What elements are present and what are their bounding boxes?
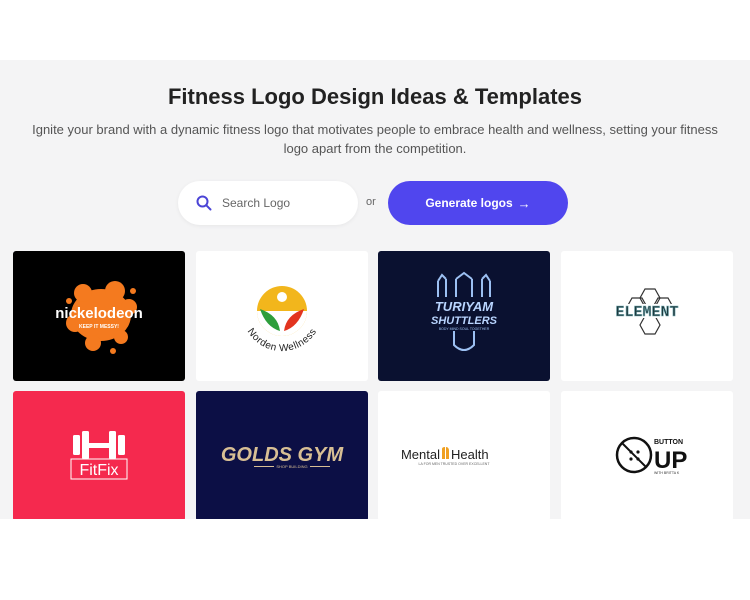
logo-card-element[interactable]: ELEMENT <box>561 251 733 381</box>
logo-tagline: BODY MIND SOUL TOGETHER <box>439 327 490 331</box>
logo-text-secondary: Health <box>451 447 489 462</box>
logo-card-turiyam-shuttlers[interactable]: TURIYAM SHUTTLERS BODY MIND SOUL TOGETHE… <box>378 251 550 381</box>
logo-ideas-section: Fitness Logo Design Ideas & Templates Ig… <box>0 60 750 519</box>
logo-card-mental-health[interactable]: Mental Health LA FOR MEN TRUSTED OVER EX… <box>378 391 550 519</box>
logo-text: BUTTON <box>654 439 683 446</box>
search-icon <box>195 194 213 212</box>
nickelodeon-logo: nickelodeon KEEP IT MESSY! <box>55 281 143 354</box>
logo-tagline: LA FOR MEN TRUSTED OVER EXCELLENT <box>419 462 491 466</box>
element-logo: ELEMENT <box>601 288 693 335</box>
norden-wellness-logo: Norden Wellness <box>245 286 319 354</box>
mental-health-logo: Mental Health LA FOR MEN TRUSTED OVER EX… <box>401 447 491 466</box>
logo-text: GOLDS GYM <box>221 444 345 466</box>
logo-text-secondary: SHUTTLERS <box>431 315 498 327</box>
logo-card-golds-gym[interactable]: GOLDS GYM SHOP BUILDING <box>196 391 368 519</box>
logo-text-secondary: UP <box>654 447 687 474</box>
logo-text: Mental <box>401 447 440 462</box>
logo-card-button-up[interactable]: BUTTON UP WITH BRITTA K <box>561 391 733 519</box>
page-title: Fitness Logo Design Ideas & Templates <box>167 84 582 109</box>
page-subtitle: Ignite your brand with a dynamic fitness… <box>32 122 718 156</box>
logo-card-fitfix[interactable]: FitFix <box>13 391 185 519</box>
search-box[interactable] <box>178 181 358 225</box>
turiyam-shuttlers-logo: TURIYAM SHUTTLERS BODY MIND SOUL TOGETHE… <box>431 271 498 351</box>
search-input[interactable] <box>220 195 344 211</box>
logo-text: nickelodeon <box>55 305 143 322</box>
generate-logos-label: Generate logos <box>425 196 513 210</box>
fitfix-logo: FitFix <box>70 431 128 480</box>
arrow-right-icon: → <box>517 195 531 211</box>
logo-card-nickelodeon[interactable]: nickelodeon KEEP IT MESSY! <box>13 251 185 381</box>
logo-tagline: SHOP BUILDING <box>276 464 307 469</box>
logo-tagline: WITH BRITTA K <box>654 471 680 475</box>
logo-text: TURIYAM <box>435 299 494 314</box>
logo-text: FitFix <box>79 462 118 479</box>
logo-tagline: KEEP IT MESSY! <box>79 324 119 330</box>
button-up-logo: BUTTON UP WITH BRITTA K <box>615 436 687 475</box>
logo-text: ELEMENT <box>615 304 678 321</box>
or-separator: or <box>366 196 376 208</box>
generate-logos-button[interactable]: Generate logos → <box>388 181 568 225</box>
logo-card-norden-wellness[interactable]: Norden Wellness <box>196 251 368 381</box>
golds-gym-logo: GOLDS GYM SHOP BUILDING <box>221 444 345 469</box>
